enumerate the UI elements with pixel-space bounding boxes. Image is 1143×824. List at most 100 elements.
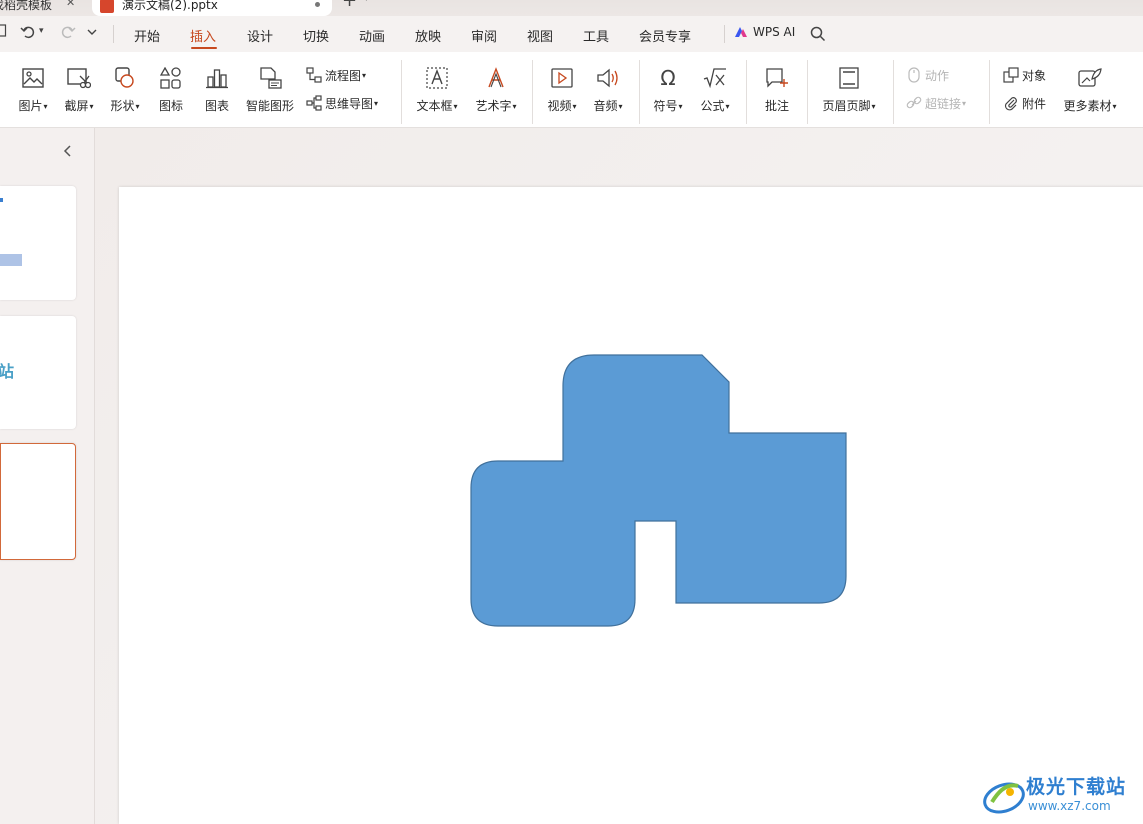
- tab-document-label: 演示文稿(2).pptx: [122, 0, 218, 12]
- menu-animations[interactable]: 动画: [359, 26, 385, 45]
- watermark-url: www.xz7.com: [1028, 799, 1111, 813]
- wps-ai-button[interactable]: WPS AI: [734, 25, 795, 39]
- ribbon-divider: [893, 60, 894, 124]
- hyperlink-label: 超链接: [925, 96, 962, 111]
- active-tab-indicator: [191, 47, 217, 49]
- tab-template-label: 找稻壳模板: [0, 0, 53, 12]
- new-tab-plus-icon[interactable]: +: [342, 0, 357, 11]
- symbol-button[interactable]: Ω 符号▾: [648, 52, 688, 128]
- paperclip-icon: [1003, 95, 1019, 111]
- freeform-shape[interactable]: [470, 354, 847, 627]
- flowchart-label: 流程图: [325, 68, 362, 83]
- divider: [724, 25, 725, 43]
- smartart-button[interactable]: 智能图形: [242, 52, 298, 128]
- wordart-label: 艺术字: [475, 99, 512, 113]
- save-icon[interactable]: [0, 24, 8, 42]
- slide-canvas[interactable]: [119, 187, 1143, 824]
- undo-dropdown-chevron-icon[interactable]: ▾: [39, 26, 44, 36]
- menu-tools[interactable]: 工具: [583, 26, 609, 45]
- screenshot-button[interactable]: 截屏▾: [58, 52, 100, 128]
- screenshot-scissors-icon: [67, 66, 91, 90]
- screenshot-label: 截屏: [64, 99, 89, 113]
- attachment-button[interactable]: 附件: [1003, 92, 1046, 114]
- video-play-icon: [550, 66, 574, 90]
- header-footer-button[interactable]: 页眉页脚▾: [816, 52, 882, 128]
- mindmap-label: 思维导图: [325, 96, 374, 111]
- chart-icon: [205, 66, 229, 90]
- mouse-action-icon: [906, 67, 922, 83]
- comment-label: 批注: [764, 99, 789, 113]
- menu-member[interactable]: 会员专享: [639, 26, 691, 45]
- unsaved-dot-icon: [315, 2, 320, 7]
- formula-button[interactable]: 公式▾: [694, 52, 736, 128]
- object-button[interactable]: 对象: [1003, 64, 1046, 86]
- thumbnail-button-mark: [0, 254, 22, 266]
- comment-button[interactable]: 批注: [756, 52, 798, 128]
- flowchart-icon: [306, 67, 322, 83]
- object-icon: [1003, 67, 1019, 83]
- object-label: 对象: [1022, 68, 1047, 83]
- mindmap-button[interactable]: 思维导图 ▾: [306, 92, 378, 114]
- menu-transitions[interactable]: 切换: [303, 26, 329, 45]
- formula-label: 公式: [700, 99, 725, 113]
- menu-design[interactable]: 设计: [247, 26, 273, 45]
- chevron-down-icon[interactable]: ▾: [364, 0, 369, 4]
- icons-label: 图标: [158, 99, 183, 113]
- audio-label: 音频: [593, 99, 618, 113]
- speaker-icon: [596, 66, 620, 90]
- icons-button[interactable]: 图标: [152, 52, 190, 128]
- undo-icon[interactable]: [20, 24, 36, 44]
- tab-document[interactable]: 演示文稿(2).pptx: [92, 0, 332, 16]
- site-watermark: 极光下载站 www.xz7.com: [982, 772, 1137, 820]
- textbox-label: 文本框: [416, 99, 453, 113]
- textbox-button[interactable]: 文本框▾: [412, 52, 462, 128]
- thumbnail-watermark-text: 站: [0, 362, 15, 381]
- action-button[interactable]: 动作: [906, 64, 949, 86]
- slide-thumbnail-1[interactable]: [0, 186, 76, 300]
- ribbon-divider: [746, 60, 747, 124]
- picture-icon: [21, 66, 45, 90]
- watermark-title: 极光下载站: [1026, 776, 1127, 798]
- mindmap-icon: [306, 95, 322, 111]
- redo-icon[interactable]: [60, 24, 76, 44]
- ribbon-toolbar: 图片▾ 截屏▾ 形状▾ 图标 图表 智能图形 流程图 ▾ 思维导图 ▾ 文本框▾ 艺…: [0, 52, 1143, 128]
- collapse-panel-chevron-icon[interactable]: [62, 144, 72, 162]
- wordart-button[interactable]: 艺术字▾: [470, 52, 522, 128]
- divider: [113, 25, 114, 43]
- tab-strip: 找稻壳模板 ✕ 演示文稿(2).pptx + ▾: [0, 0, 1143, 16]
- slide-thumbnail-2[interactable]: 站: [0, 316, 76, 429]
- search-icon[interactable]: [810, 26, 826, 45]
- chevron-down-icon[interactable]: [86, 26, 98, 42]
- formula-sqrt-icon: [703, 66, 727, 90]
- omega-symbol-icon: Ω: [660, 66, 676, 90]
- shape-button[interactable]: 形状▾: [104, 52, 146, 128]
- hyperlink-button[interactable]: 超链接 ▾: [906, 92, 966, 114]
- menu-home[interactable]: 开始: [134, 26, 160, 45]
- menu-review[interactable]: 审阅: [471, 26, 497, 45]
- chart-button[interactable]: 图表: [198, 52, 236, 128]
- menu-insert[interactable]: 插入: [190, 26, 216, 45]
- attachment-label: 附件: [1022, 96, 1047, 111]
- menu-bar: ▾ 开始 插入 设计 切换 动画 放映 审阅 视图 工具 会员专享 WPS AI: [0, 16, 1143, 52]
- watermark-logo-icon: [983, 782, 1025, 814]
- ribbon-divider: [639, 60, 640, 124]
- more-material-label: 更多素材: [1063, 99, 1112, 113]
- picture-button[interactable]: 图片▾: [12, 52, 54, 128]
- more-material-icon: [1078, 66, 1102, 90]
- video-button[interactable]: 视频▾: [542, 52, 582, 128]
- picture-label: 图片: [18, 99, 43, 113]
- slide-thumbnail-3-selected[interactable]: [0, 443, 76, 560]
- thumbnail-title-mark: [0, 198, 3, 202]
- ribbon-divider: [807, 60, 808, 124]
- menu-view[interactable]: 视图: [527, 26, 553, 45]
- shape-icon: [113, 66, 137, 90]
- tab-template[interactable]: 找稻壳模板 ✕: [0, 0, 84, 16]
- more-material-button[interactable]: 更多素材▾: [1058, 52, 1122, 128]
- flowchart-button[interactable]: 流程图 ▾: [306, 64, 366, 86]
- chart-label: 图表: [204, 99, 229, 113]
- audio-button[interactable]: 音频▾: [588, 52, 628, 128]
- close-icon[interactable]: ✕: [66, 0, 75, 9]
- link-icon: [906, 95, 922, 111]
- video-label: 视频: [547, 99, 572, 113]
- menu-slideshow[interactable]: 放映: [415, 26, 441, 45]
